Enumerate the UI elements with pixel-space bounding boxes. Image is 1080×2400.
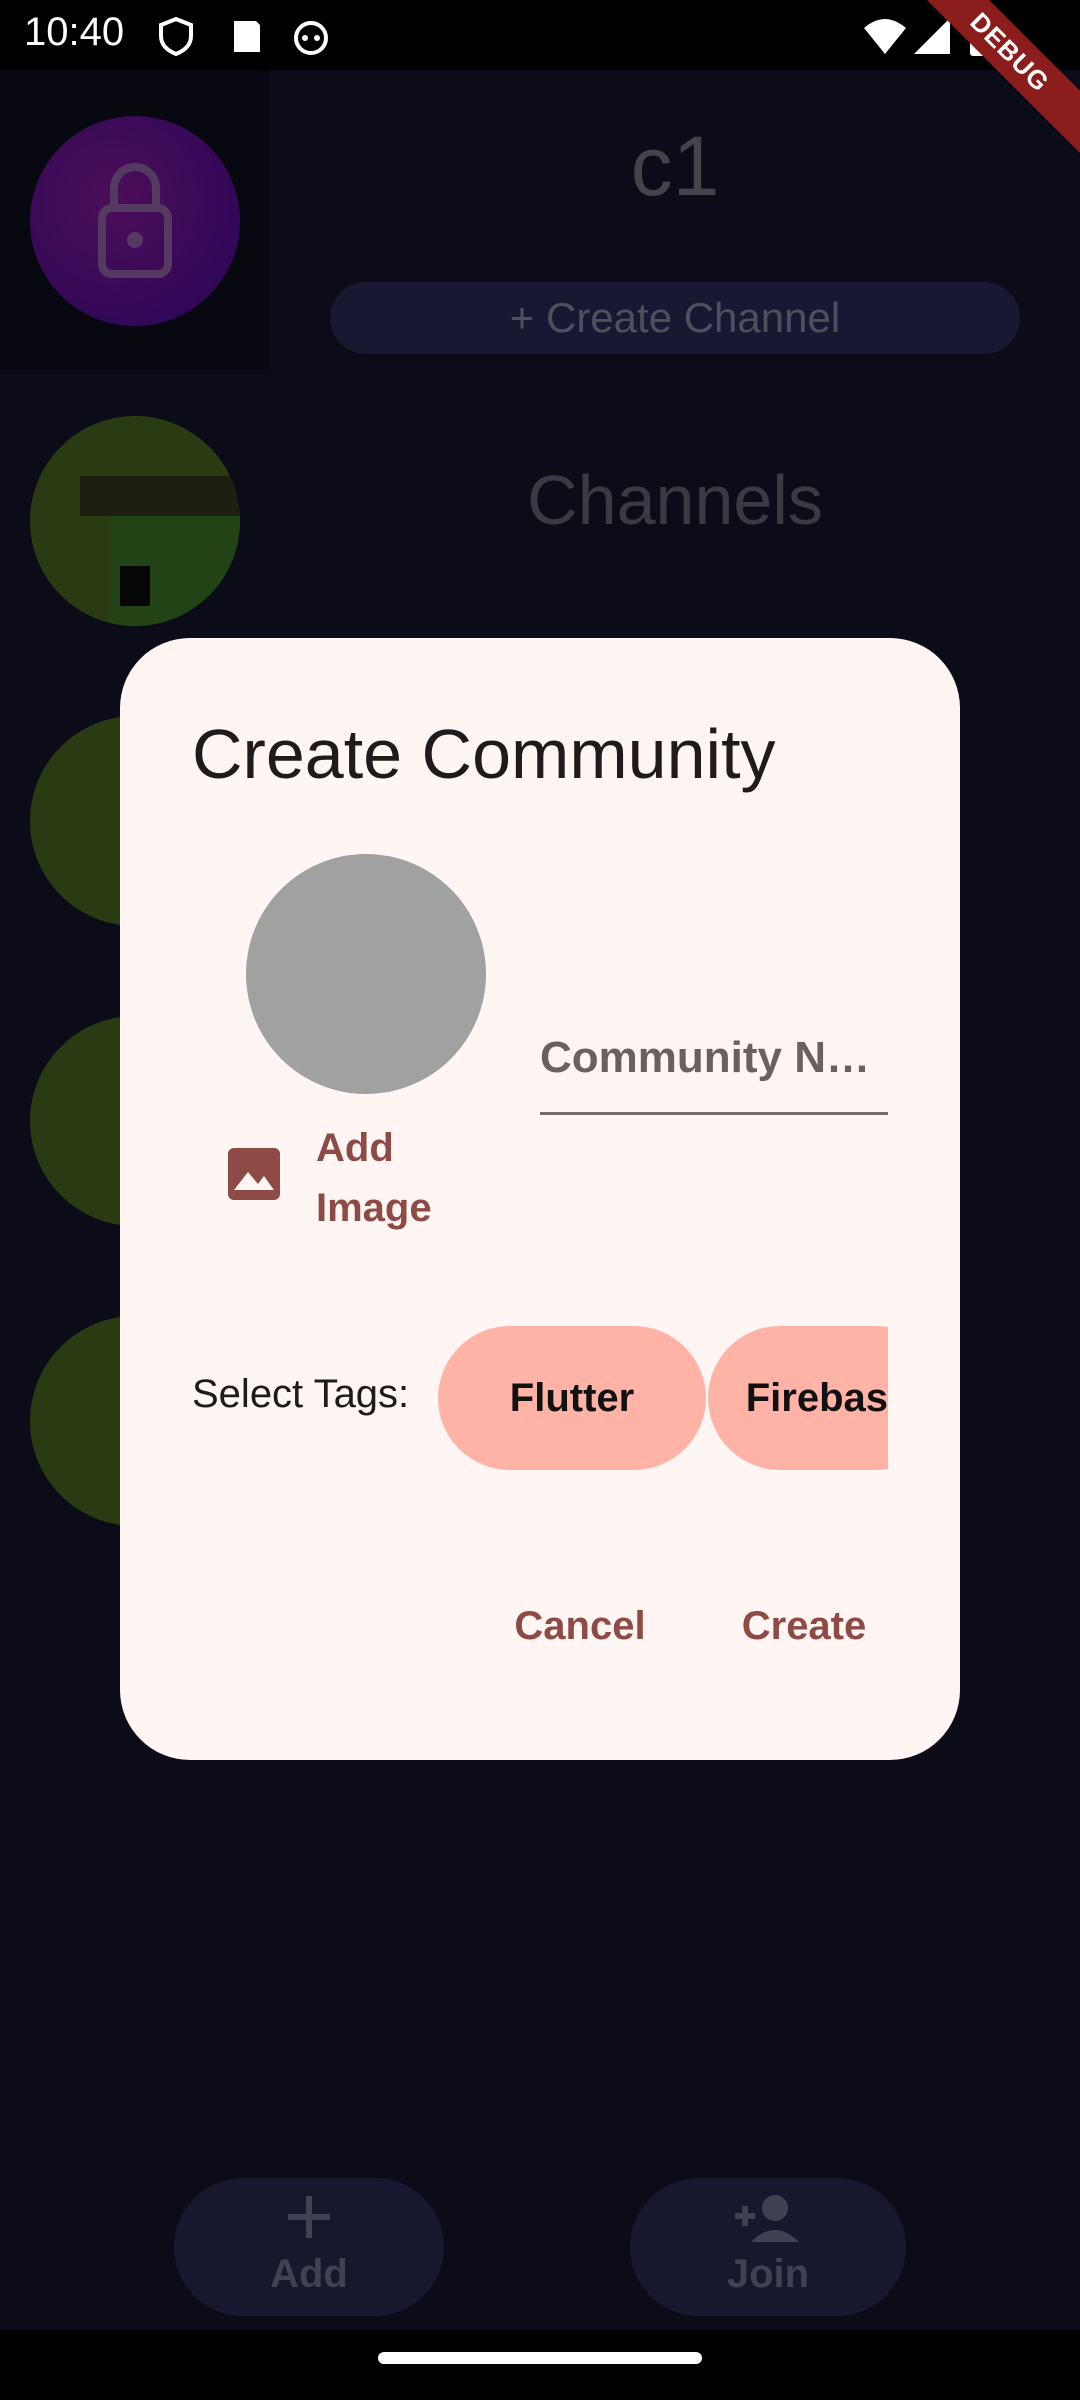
community-name-field[interactable]: [540, 1018, 888, 1115]
community-name-input[interactable]: [540, 1018, 888, 1098]
add-image-label: Add Image: [316, 1126, 432, 1230]
shield-icon: [159, 16, 193, 56]
navigation-bar: [0, 2330, 1080, 2400]
status-bar: 10:40 DEBUG: [0, 0, 1080, 167]
cat-icon: [294, 21, 328, 55]
tag-chip-flutter[interactable]: Flutter: [438, 1326, 706, 1470]
select-tags-label: Select Tags:: [192, 1372, 410, 1416]
sd-card-icon: [234, 21, 260, 52]
dialog-title: Create Community: [192, 715, 776, 793]
create-community-dialog: Create Community Add Image Select Tags: …: [120, 638, 960, 1760]
gesture-handle[interactable]: [378, 2352, 702, 2364]
add-image-button[interactable]: Add Image: [226, 1118, 486, 1258]
create-button[interactable]: Create: [704, 1586, 904, 1666]
tags-scroller[interactable]: Flutter Firebase: [438, 1320, 888, 1474]
community-image-preview: [246, 854, 486, 1094]
cancel-button[interactable]: Cancel: [480, 1586, 680, 1666]
status-time: 10:40: [24, 10, 125, 54]
image-icon: [228, 1148, 280, 1200]
wifi-icon: [864, 19, 906, 54]
tag-chip-firebase[interactable]: Firebase: [708, 1326, 888, 1470]
